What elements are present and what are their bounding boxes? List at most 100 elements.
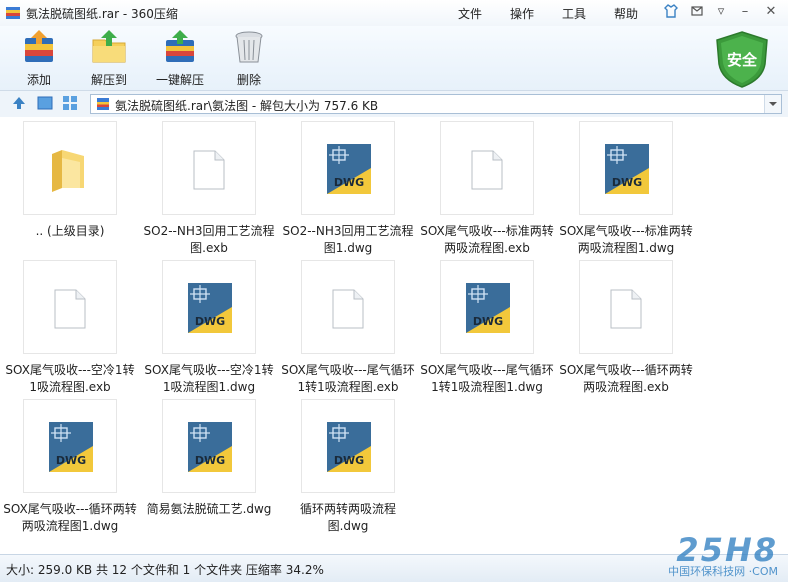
dwg-file-icon: DWG	[327, 144, 371, 194]
close-button[interactable]: ✕	[762, 4, 780, 20]
trash-icon	[235, 31, 263, 63]
file-name: .. (上级目录)	[35, 224, 105, 238]
address-row: 氨法脱硫图纸.rar\氨法图 - 解包大小为 757.6 KB	[0, 90, 788, 118]
dwg-badge: DWG	[334, 176, 364, 189]
file-name: 简易氨法脱硫工艺.dwg	[146, 502, 272, 516]
file-thumbnail: DWG	[162, 399, 256, 493]
extract-to-icon	[92, 30, 126, 63]
file-name: SOX尾气吸收---空冷1转1吸流程图1.dwg	[144, 363, 274, 394]
app-icon	[6, 7, 20, 19]
file-thumbnail: DWG	[440, 260, 534, 354]
dwg-file-icon: DWG	[466, 283, 510, 333]
file-item-parent-dir[interactable]: .. (上级目录)	[3, 121, 137, 240]
file-item[interactable]: DWG SO2--NH3回用工艺流程图1.dwg	[281, 121, 415, 257]
file-item[interactable]: DWG SOX尾气吸收---尾气循环1转1吸流程图1.dwg	[420, 260, 554, 396]
add-archive-icon	[25, 30, 53, 62]
one-click-extract-button[interactable]: 一键解压	[150, 30, 210, 88]
file-thumbnail	[162, 121, 256, 215]
chevron-down-icon	[769, 102, 777, 106]
grid-view-icon[interactable]	[62, 95, 78, 111]
minimize-button[interactable]: –	[736, 4, 754, 20]
file-list: .. (上级目录) SO2--NH3回用工艺流程图.exb DWG SO2--N…	[0, 117, 788, 554]
dwg-badge: DWG	[195, 315, 225, 328]
dwg-badge: DWG	[612, 176, 642, 189]
address-path: 氨法脱硫图纸.rar\氨法图 - 解包大小为 757.6 KB	[115, 99, 379, 113]
status-bar: 大小: 259.0 KB 共 12 个文件和 1 个文件夹 压缩率 34.2% …	[0, 531, 788, 582]
delete-button[interactable]: 删除	[226, 30, 272, 88]
file-name: 循环两转两吸流程图.dwg	[299, 502, 396, 533]
dwg-file-icon: DWG	[188, 422, 232, 472]
delete-label: 删除	[236, 73, 261, 87]
address-dropdown-button[interactable]	[764, 95, 781, 113]
window-title: 氨法脱硫图纸.rar - 360压缩	[26, 7, 178, 21]
file-item[interactable]: SOX尾气吸收---尾气循环1转1吸流程图.exb	[281, 260, 415, 396]
file-thumbnail: DWG	[301, 121, 395, 215]
add-button[interactable]: 添加	[16, 30, 62, 88]
blank-file-icon	[471, 150, 503, 190]
file-item[interactable]: DWG 循环两转两吸流程图.dwg	[281, 399, 415, 535]
menu-dropdown-icon[interactable]: ▿	[712, 4, 730, 20]
file-thumbnail: DWG	[162, 260, 256, 354]
menu-tools[interactable]: 工具	[562, 5, 586, 22]
file-thumbnail	[440, 121, 534, 215]
large-icon-view-icon[interactable]	[37, 95, 53, 111]
file-name: SOX尾气吸收---循环两转两吸流程图.exb	[559, 363, 693, 394]
file-name: SOX尾气吸收---循环两转两吸流程图1.dwg	[3, 502, 137, 533]
feedback-icon[interactable]	[688, 4, 706, 20]
status-text: 大小: 259.0 KB 共 12 个文件和 1 个文件夹 压缩率 34.2%	[6, 563, 324, 577]
file-item[interactable]: DWG 简易氨法脱硫工艺.dwg	[142, 399, 276, 518]
file-thumbnail: DWG	[579, 121, 673, 215]
file-thumbnail	[23, 260, 117, 354]
file-item[interactable]: SOX尾气吸收---空冷1转1吸流程图.exb	[3, 260, 137, 396]
address-bar[interactable]: 氨法脱硫图纸.rar\氨法图 - 解包大小为 757.6 KB	[90, 94, 782, 114]
file-name: SOX尾气吸收---标准两转两吸流程图1.dwg	[559, 224, 693, 255]
file-thumbnail	[301, 260, 395, 354]
file-thumbnail	[23, 121, 117, 215]
file-item[interactable]: DWG SOX尾气吸收---循环两转两吸流程图1.dwg	[3, 399, 137, 535]
file-thumbnail	[579, 260, 673, 354]
folder-icon	[52, 150, 84, 192]
dwg-file-icon: DWG	[188, 283, 232, 333]
file-name: SOX尾气吸收---尾气循环1转1吸流程图.exb	[281, 363, 415, 394]
file-thumbnail: DWG	[23, 399, 117, 493]
file-name: SOX尾气吸收---尾气循环1转1吸流程图1.dwg	[420, 363, 554, 394]
blank-file-icon	[332, 289, 364, 329]
blank-file-icon	[193, 150, 225, 190]
menu-action[interactable]: 操作	[510, 5, 534, 22]
blank-file-icon	[610, 289, 642, 329]
watermark-site: 中国环保科技网 ·COM	[668, 565, 778, 578]
dwg-file-icon: DWG	[49, 422, 93, 472]
file-name: SO2--NH3回用工艺流程图1.dwg	[282, 224, 414, 255]
add-label: 添加	[26, 73, 51, 87]
file-item[interactable]: SOX尾气吸收---标准两转两吸流程图.exb	[420, 121, 554, 257]
dwg-badge: DWG	[195, 454, 225, 467]
dwg-file-icon: DWG	[605, 144, 649, 194]
dwg-badge: DWG	[473, 315, 503, 328]
file-thumbnail: DWG	[301, 399, 395, 493]
security-shield-icon[interactable]: 安全	[713, 30, 771, 88]
watermark: 25H8 中国环保科技网 ·COM	[668, 531, 778, 579]
menu-file[interactable]: 文件	[458, 5, 482, 22]
up-arrow-icon[interactable]	[11, 95, 27, 111]
file-name: SOX尾气吸收---标准两转两吸流程图.exb	[420, 224, 554, 255]
file-name: SOX尾气吸收---空冷1转1吸流程图.exb	[5, 363, 135, 394]
title-bar: 氨法脱硫图纸.rar - 360压缩 文件 操作 工具 帮助 ▿ – ✕	[0, 0, 788, 26]
file-item[interactable]: SO2--NH3回用工艺流程图.exb	[142, 121, 276, 257]
extract-to-button[interactable]: 解压到	[84, 30, 134, 88]
menu-help[interactable]: 帮助	[614, 5, 638, 22]
extract-to-label: 解压到	[90, 73, 127, 87]
rar-archive-icon	[97, 98, 109, 110]
one-click-extract-label: 一键解压	[155, 73, 204, 87]
blank-file-icon	[54, 289, 86, 329]
file-item[interactable]: DWG SOX尾气吸收---标准两转两吸流程图1.dwg	[559, 121, 693, 257]
dwg-badge: DWG	[56, 454, 86, 467]
skin-icon[interactable]	[662, 4, 680, 20]
dwg-file-icon: DWG	[327, 422, 371, 472]
one-click-extract-icon	[166, 30, 194, 62]
file-item[interactable]: SOX尾气吸收---循环两转两吸流程图.exb	[559, 260, 693, 396]
dwg-badge: DWG	[334, 454, 364, 467]
file-item[interactable]: DWG SOX尾气吸收---空冷1转1吸流程图1.dwg	[142, 260, 276, 396]
file-name: SO2--NH3回用工艺流程图.exb	[143, 224, 275, 255]
security-label: 安全	[727, 51, 758, 69]
toolbar: 添加 解压到 一键解压 删除	[0, 26, 788, 90]
